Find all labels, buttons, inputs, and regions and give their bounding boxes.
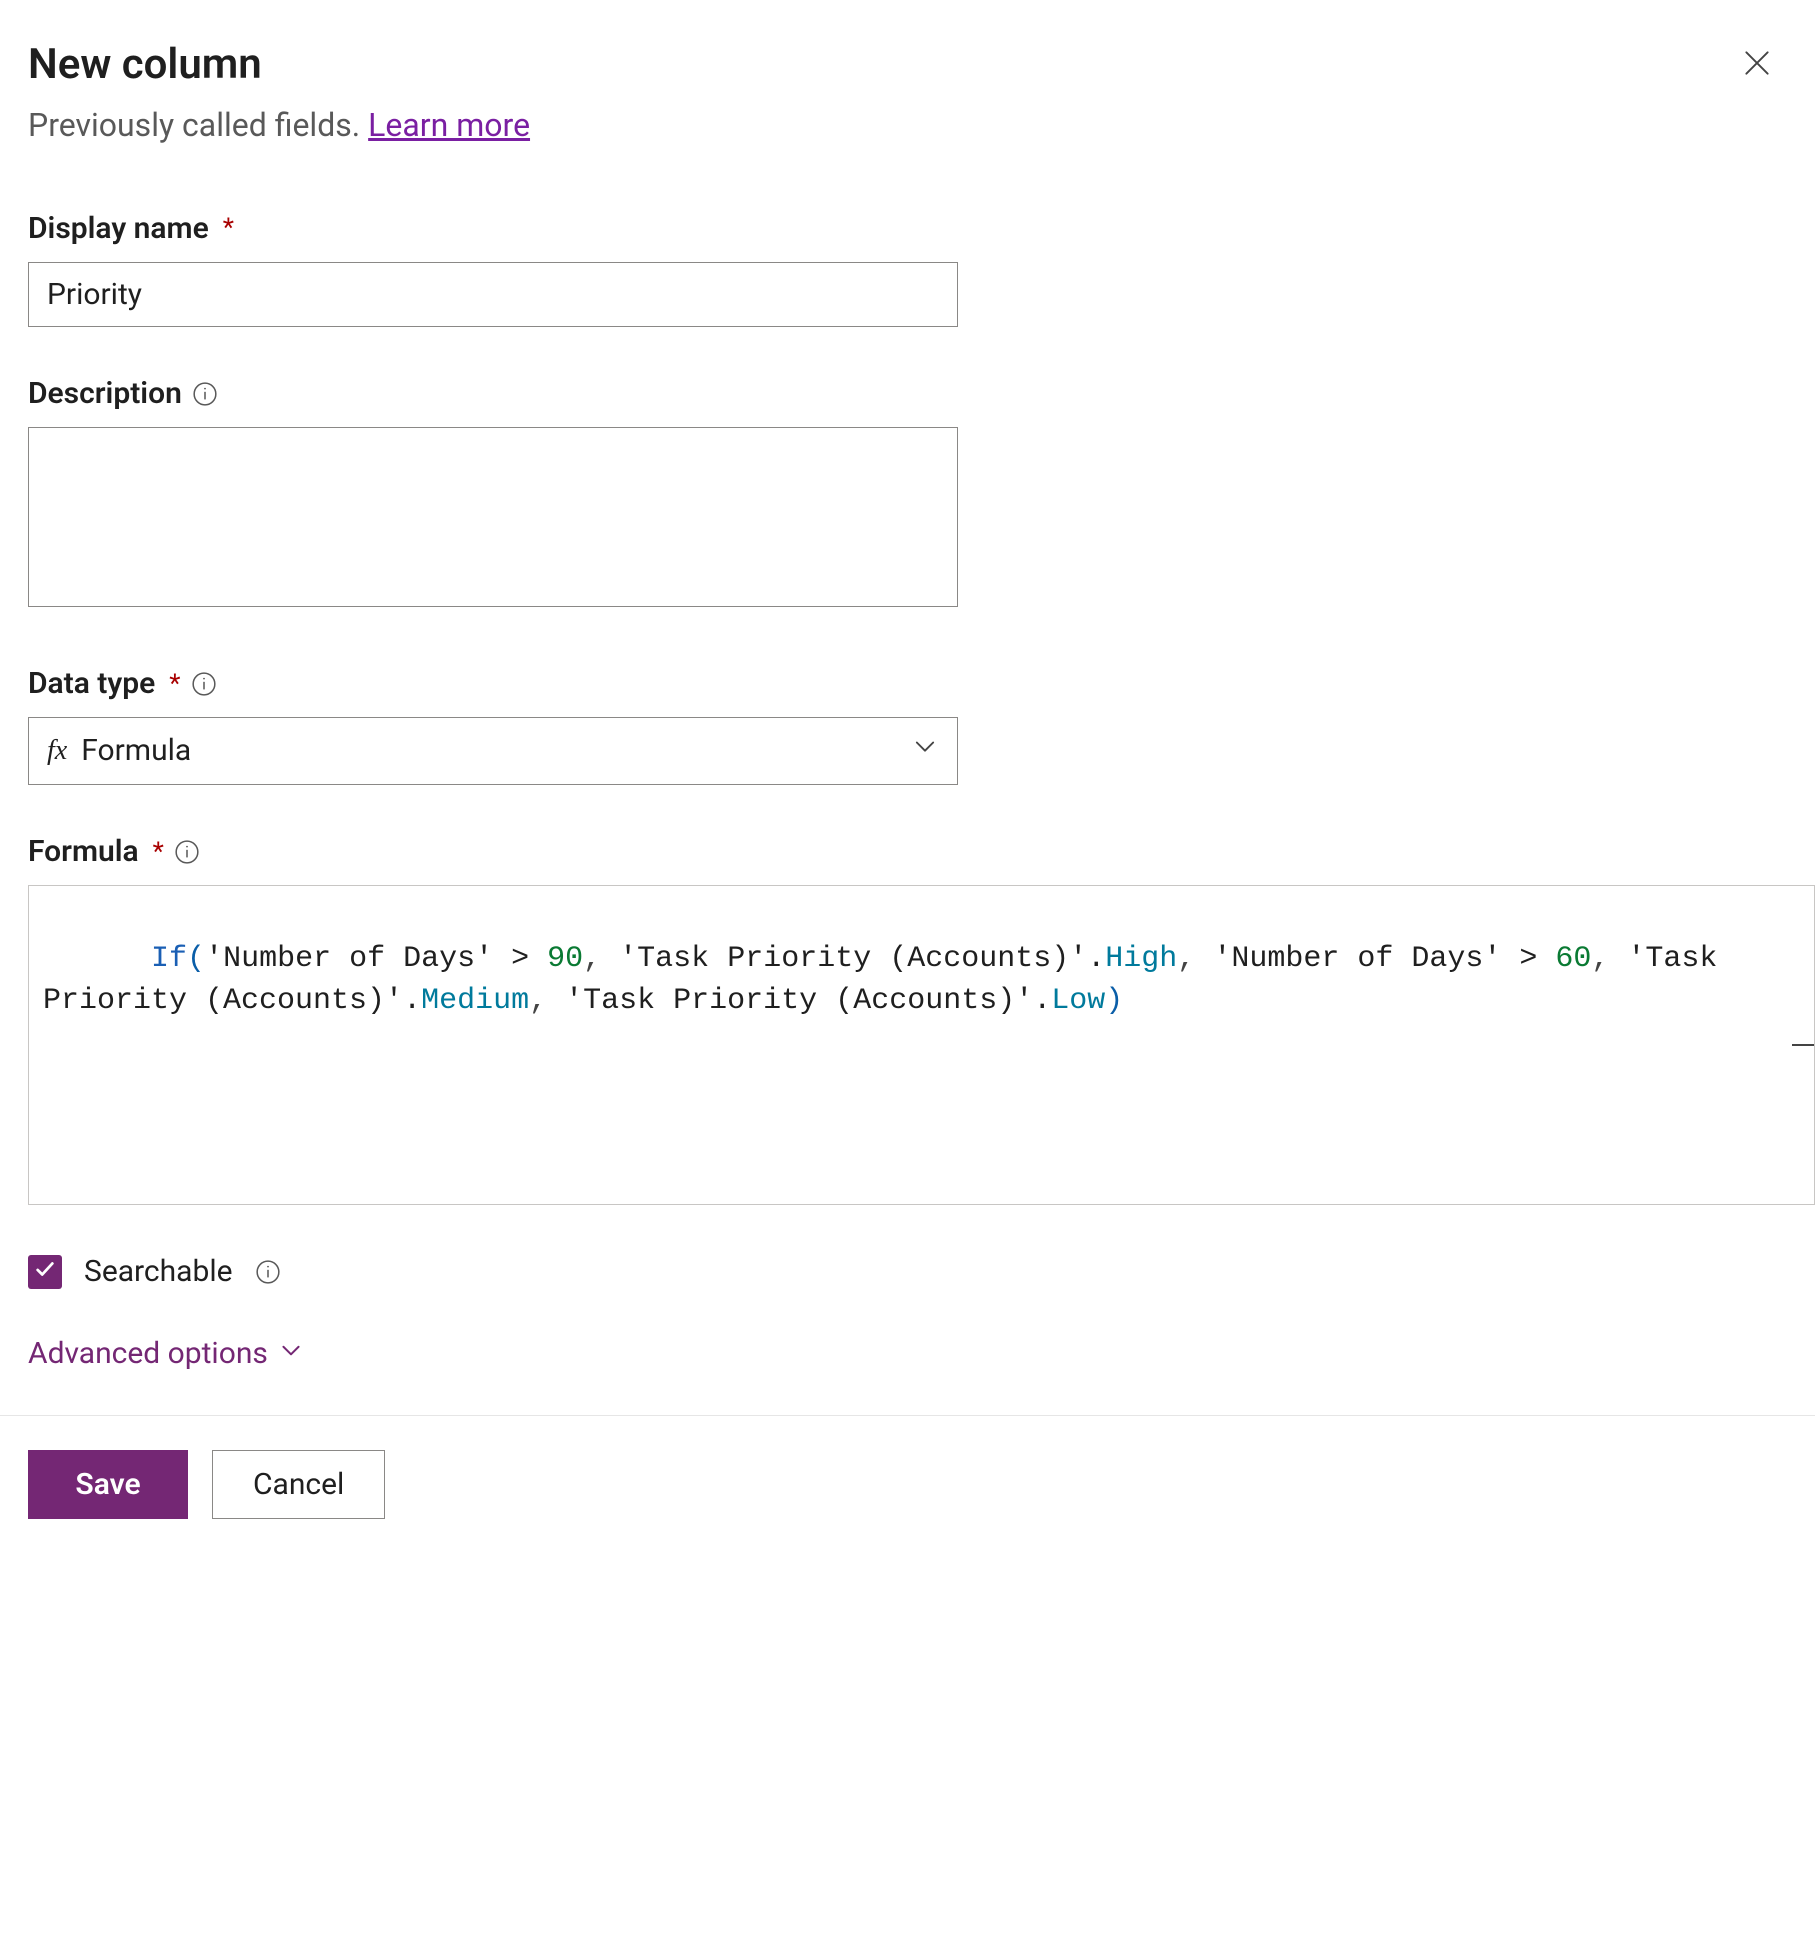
check-icon [34,1254,56,1290]
formula-token: If [151,942,187,976]
display-name-input[interactable] [28,262,958,327]
info-icon[interactable] [174,839,200,865]
formula-token: , [1177,942,1195,976]
display-name-label: Display name [28,208,209,250]
formula-token: 'Number of Days' [1213,942,1501,976]
formula-token [547,984,565,1018]
formula-token: High [1105,942,1177,976]
formula-token: , [583,942,601,976]
new-column-panel: New column Previously called fields. Lea… [0,0,1815,1947]
searchable-checkbox[interactable] [28,1255,62,1289]
data-type-value: Formula [81,730,897,772]
required-marker: * [149,834,164,870]
display-name-field: Display name * [28,208,958,327]
formula-token: , [529,984,547,1018]
panel-header: New column Previously called fields. Lea… [28,36,1787,208]
formula-token: 60 [1555,942,1591,976]
formula-editor[interactable]: If('Number of Days' > 90, 'Task Priority… [28,885,1815,1205]
formula-token: Medium [421,984,529,1018]
advanced-options-toggle[interactable]: Advanced options [28,1333,1787,1375]
required-marker: * [165,666,180,702]
info-icon[interactable] [191,671,217,697]
chevron-down-icon [911,732,939,770]
searchable-label: Searchable [84,1251,233,1293]
advanced-options-label: Advanced options [28,1333,268,1375]
formula-token: 'Number of Days' [205,942,493,976]
formula-token: 90 [547,942,583,976]
formula-token: , [1591,942,1609,976]
data-type-label: Data type [28,663,155,705]
caret-indicator [1792,1044,1814,1046]
formula-token: 'Task Priority (Accounts)' [619,942,1087,976]
searchable-row: Searchable [28,1251,1787,1293]
formula-token [601,942,619,976]
description-field: Description [28,373,958,617]
description-label: Description [28,373,182,415]
formula-token: > [1501,942,1555,976]
description-input[interactable] [28,427,958,607]
close-icon [1741,47,1773,89]
formula-label: Formula [28,831,139,873]
formula-token: > [493,942,547,976]
chevron-down-icon [278,1333,304,1375]
panel-subtitle: Previously called fields. Learn more [28,103,530,148]
learn-more-link[interactable]: Learn more [368,106,530,144]
required-marker: * [219,210,234,246]
fx-icon: fx [47,731,67,770]
formula-field: Formula * If('Number of Days' > 90, 'Tas… [28,831,1787,1205]
close-button[interactable] [1733,44,1781,92]
formula-token [1195,942,1213,976]
formula-token: Low [1051,984,1105,1018]
subtitle-text: Previously called fields. [28,106,368,144]
info-icon[interactable] [192,381,218,407]
formula-token [1609,942,1627,976]
cancel-button[interactable]: Cancel [212,1450,385,1519]
data-type-select[interactable]: fx Formula [28,717,958,785]
panel-footer: Save Cancel [0,1415,1815,1553]
info-icon[interactable] [255,1259,281,1285]
formula-token: 'Task Priority (Accounts)' [565,984,1033,1018]
formula-token: . [1033,984,1051,1018]
panel-title: New column [28,36,530,95]
save-button[interactable]: Save [28,1450,188,1519]
data-type-field: Data type * fx Formula [28,663,958,785]
formula-token: ( [187,942,205,976]
formula-token: . [1087,942,1105,976]
formula-token: . [403,984,421,1018]
formula-token: ) [1105,984,1123,1018]
